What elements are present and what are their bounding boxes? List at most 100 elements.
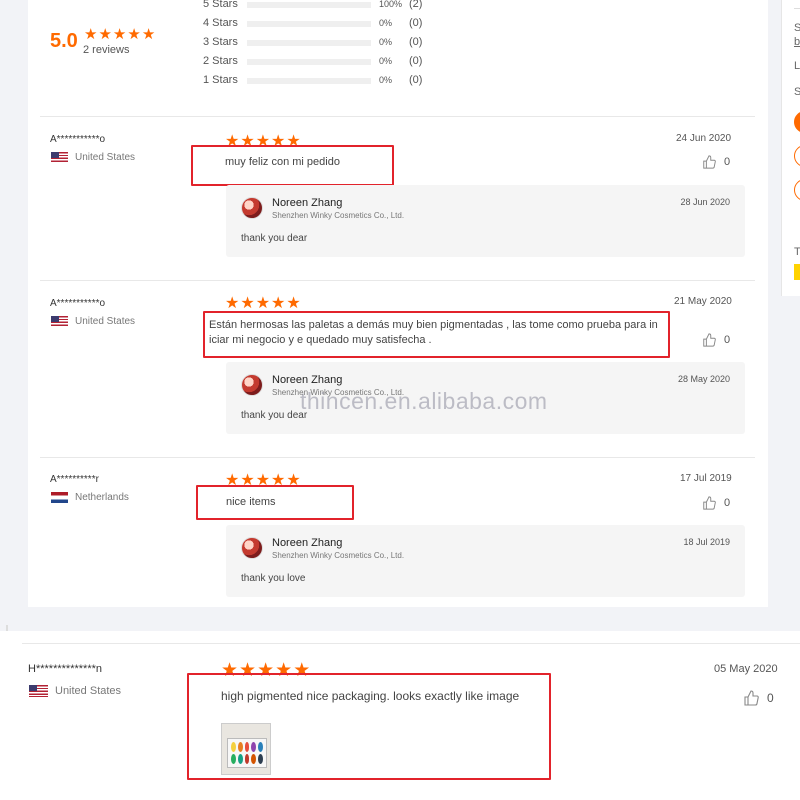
rating-bar: [247, 2, 371, 8]
star-icon: ★: [286, 295, 301, 312]
seller-reply: Noreen Zhang Shenzhen Winky Cosmetics Co…: [226, 185, 745, 257]
rating-percent: 0%: [379, 37, 393, 47]
right-text-1: S: [794, 22, 800, 34]
right-text-3: S: [794, 86, 800, 98]
avatar: [241, 374, 263, 396]
reviewer-country: Netherlands: [51, 492, 129, 503]
canvas: S b L S T 5.0 ★★★★★ 2 reviews 5 Stars 10…: [0, 0, 800, 800]
star-icon: ★: [271, 295, 286, 312]
like-count: 0: [724, 156, 731, 168]
star-icon: ★: [84, 26, 98, 43]
rating-label: 2 Stars: [203, 55, 238, 67]
review-text: high pigmented nice packaging. looks exa…: [221, 689, 520, 703]
average-stars: ★ ★ ★ ★ ★: [84, 26, 156, 43]
rating-count: (0): [409, 36, 423, 48]
like-button[interactable]: 0: [702, 496, 730, 510]
like-button[interactable]: 0: [743, 690, 774, 706]
country-label: United States: [55, 685, 122, 697]
reply-date: 18 Jul 2019: [683, 537, 730, 547]
rating-label: 3 Stars: [203, 36, 238, 48]
rating-count: (0): [409, 74, 423, 86]
divider: [40, 457, 755, 458]
review-date: 24 Jun 2020: [676, 133, 732, 144]
review-count: 2 reviews: [83, 44, 130, 56]
review-text-line-1: Están hermosas las paletas a demás muy b…: [209, 319, 658, 331]
thumbs-up-icon: [703, 333, 716, 347]
rating-percent: 100%: [379, 0, 403, 9]
thumbs-up-icon: [744, 690, 759, 706]
review-date: 21 May 2020: [674, 296, 732, 307]
palette-image: [227, 738, 267, 768]
avatar: [241, 537, 263, 559]
rating-label: 1 Stars: [203, 74, 238, 86]
rating-percent: 0%: [379, 56, 393, 66]
reviewer-name: A***********o: [50, 298, 106, 309]
yellow-badge: [794, 264, 800, 280]
star-icon: ★: [240, 295, 255, 312]
reply-author: Noreen Zhang: [272, 374, 343, 386]
review-text-line-2: iciar mi negocio y e quedado muy satisfe…: [209, 334, 432, 346]
reviewer-name: H**************n: [28, 663, 102, 675]
right-link[interactable]: b: [794, 36, 800, 48]
right-text-2: L: [794, 60, 800, 72]
reply-author: Noreen Zhang: [272, 537, 343, 549]
reviewer-name: A**********r: [50, 474, 99, 485]
reviewer-country: United States: [29, 685, 121, 697]
watermark: thincen.en.alibaba.com: [300, 388, 548, 414]
thumbs-up-icon: [703, 155, 716, 169]
star-icon: ★: [112, 26, 127, 43]
like-count: 0: [767, 691, 774, 705]
like-count: 0: [724, 334, 731, 346]
reviewer-country: United States: [51, 316, 135, 327]
reply-date: 28 May 2020: [677, 374, 730, 384]
divider: [22, 643, 800, 644]
rating-bar: [247, 21, 371, 27]
reply-text: thank you dear: [241, 233, 308, 244]
nl-flag-icon: [51, 492, 68, 503]
reviewer-name: A***********o: [50, 134, 106, 145]
avatar: [241, 197, 263, 219]
like-button[interactable]: 0: [702, 155, 730, 169]
thumbs-up-icon: [703, 496, 716, 510]
rating-percent: 0%: [379, 18, 393, 28]
divider: [40, 116, 755, 117]
country-label: United States: [75, 152, 136, 163]
us-flag-icon: [51, 316, 68, 327]
divider: [794, 8, 800, 9]
review-date: 17 Jul 2019: [680, 473, 732, 484]
rating-bar: [247, 78, 371, 84]
right-text-4: T: [794, 246, 800, 258]
reply-author: Noreen Zhang: [272, 197, 343, 209]
right-column: S b L S T: [781, 0, 800, 296]
star-icon: ★: [127, 26, 141, 43]
reply-text: thank you dear: [241, 410, 308, 421]
divider: [40, 280, 755, 281]
country-label: United States: [75, 316, 136, 327]
us-flag-icon: [29, 685, 48, 697]
star-icon: ★: [255, 295, 271, 312]
rating-label: 5 Stars: [203, 0, 238, 10]
reviewer-country: United States: [51, 152, 135, 163]
like-button[interactable]: 0: [702, 333, 730, 347]
option-circle-selected[interactable]: [794, 111, 800, 133]
review-photo-thumbnail[interactable]: [221, 723, 271, 775]
star-icon: ★: [141, 26, 156, 43]
rating-count: (0): [409, 17, 423, 29]
rating-percent: 0%: [379, 75, 393, 85]
rating-label: 4 Stars: [203, 17, 238, 29]
seller-reply: Noreen Zhang Shenzhen Winky Cosmetics Co…: [226, 525, 745, 597]
us-flag-icon: [51, 152, 68, 163]
star-icon: ★: [225, 295, 240, 312]
option-circle[interactable]: [794, 179, 800, 201]
option-circle[interactable]: [794, 145, 800, 167]
reviews-panel: [28, 0, 768, 607]
review-text: muy feliz con mi pedido: [225, 156, 340, 168]
like-count: 0: [724, 497, 731, 509]
reply-company: Shenzhen Winky Cosmetics Co., Ltd.: [272, 551, 405, 560]
country-label: Netherlands: [75, 492, 129, 503]
reply-text: thank you love: [241, 573, 306, 584]
rating-count: (2): [409, 0, 423, 10]
star-icon: ★: [98, 26, 112, 43]
reply-company: Shenzhen Winky Cosmetics Co., Ltd.: [272, 211, 405, 220]
rating-count: (0): [409, 55, 423, 67]
